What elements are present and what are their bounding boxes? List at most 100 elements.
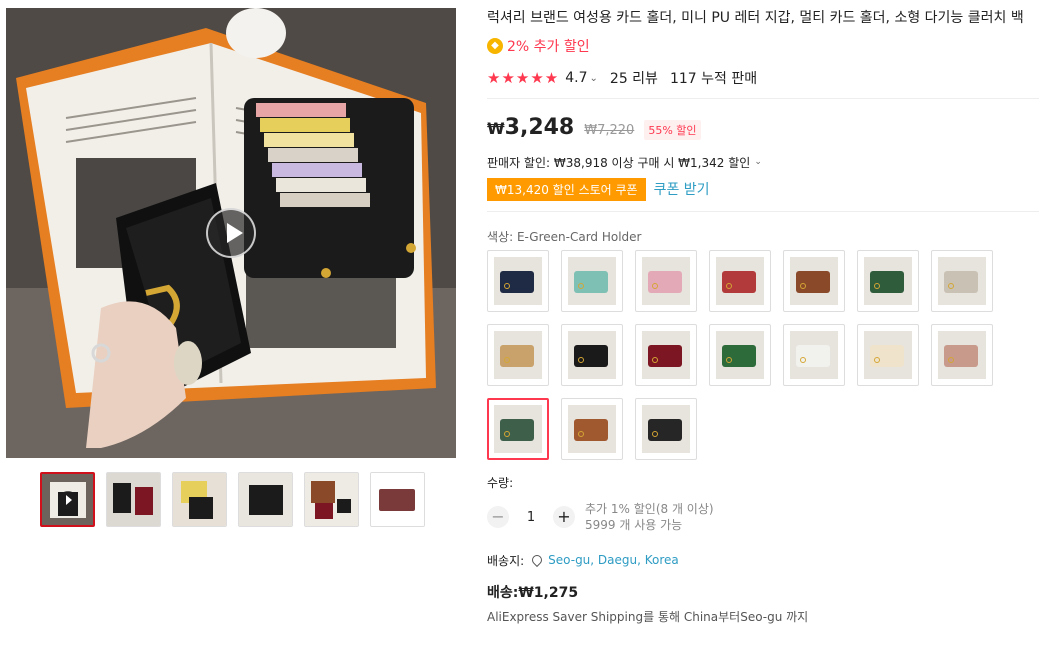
color-swatch[interactable] <box>561 250 623 312</box>
wallet-thumbnail <box>796 271 830 293</box>
swatch-image <box>790 257 838 305</box>
color-swatches <box>487 250 1039 460</box>
increase-quantity-button[interactable]: + <box>553 506 575 528</box>
shipping-cost: 배송:₩1,275 <box>487 585 579 601</box>
ship-to-label: 배송지: <box>487 553 525 568</box>
color-swatch[interactable] <box>857 324 919 386</box>
divider <box>487 211 1039 212</box>
decrease-quantity-button[interactable]: − <box>487 506 509 528</box>
original-price: ₩7,220 <box>584 123 635 138</box>
wallet-thumbnail <box>648 345 682 367</box>
quantity-info: 추가 1% 할인(8 개 이상) 5999 개 사용 가능 <box>585 501 714 533</box>
wallet-thumbnail <box>796 345 830 367</box>
currency-symbol: ₩ <box>487 119 505 138</box>
thumbnail-6[interactable] <box>370 472 425 527</box>
ship-to-location[interactable]: Seo-gu, Daegu, Korea <box>548 553 679 567</box>
review-count[interactable]: 25 리뷰 <box>610 68 658 88</box>
thumbnail-5[interactable] <box>304 472 359 527</box>
wallet-thumbnail <box>722 271 756 293</box>
swatch-image <box>642 257 690 305</box>
color-label: 색상: E-Green-Card Holder <box>487 230 642 244</box>
clasp-icon <box>948 283 954 289</box>
product-title: 럭셔리 브랜드 여성용 카드 홀더, 미니 PU 레터 지갑, 멀티 카드 홀더… <box>487 10 1024 26</box>
clasp-icon <box>948 357 954 363</box>
main-product-image[interactable] <box>6 8 456 458</box>
quantity-label: 수량: <box>487 476 514 490</box>
color-swatch[interactable] <box>635 324 697 386</box>
rating-stars: ★★★★★ <box>487 69 560 87</box>
thumbnail-3[interactable] <box>172 472 227 527</box>
clasp-icon <box>578 357 584 363</box>
color-swatch[interactable] <box>487 324 549 386</box>
seller-discount-text: 판매자 할인: ₩38,918 이상 구매 시 ₩1,342 할인 <box>487 155 751 170</box>
available-stock: 5999 개 사용 가능 <box>585 518 683 532</box>
clasp-icon <box>874 283 880 289</box>
clasp-icon <box>652 283 658 289</box>
clasp-icon <box>504 283 510 289</box>
rating-value[interactable]: 4.7 <box>565 70 587 86</box>
coupon-row: ₩13,420 할인 스토어 쿠폰 쿠폰 받기 <box>487 177 1039 201</box>
color-swatch[interactable] <box>709 324 771 386</box>
swatch-image <box>864 331 912 379</box>
wallet-thumbnail <box>944 271 978 293</box>
wallet-thumbnail <box>500 271 534 293</box>
chevron-down-icon[interactable]: ⌄ <box>754 157 762 167</box>
swatch-image <box>494 257 542 305</box>
clasp-icon <box>578 283 584 289</box>
sold-count: 117 누적 판매 <box>669 71 758 87</box>
swatch-image <box>938 257 986 305</box>
quantity-value[interactable]: 1 <box>509 510 553 525</box>
wallet-thumbnail <box>944 345 978 367</box>
color-swatch[interactable] <box>783 324 845 386</box>
color-swatch[interactable] <box>635 250 697 312</box>
clasp-icon <box>652 357 658 363</box>
divider <box>487 98 1039 99</box>
clasp-icon <box>726 283 732 289</box>
color-swatch[interactable] <box>931 250 993 312</box>
seller-discount[interactable]: 판매자 할인: ₩38,918 이상 구매 시 ₩1,342 할인 ⌄ <box>487 153 1039 171</box>
color-swatch[interactable] <box>857 250 919 312</box>
shipping-method: AliExpress Saver Shipping를 통해 China부터Seo… <box>487 610 809 624</box>
play-video-icon[interactable] <box>206 208 256 258</box>
bulk-discount-note: 추가 1% 할인(8 개 이상) <box>585 502 714 516</box>
swatch-image <box>642 405 690 453</box>
color-swatch[interactable] <box>487 250 549 312</box>
product-info-panel: 럭셔리 브랜드 여성용 카드 홀더, 미니 PU 레터 지갑, 멀티 카드 홀더… <box>487 8 1039 626</box>
swatch-image <box>790 331 838 379</box>
swatch-image <box>494 405 542 453</box>
color-swatch[interactable] <box>635 398 697 460</box>
thumbnail-2[interactable] <box>106 472 161 527</box>
current-price: ₩3,248 <box>487 115 574 140</box>
store-coupon-badge: ₩13,420 할인 스토어 쿠폰 <box>487 177 646 201</box>
swatch-image <box>568 405 616 453</box>
color-swatch[interactable] <box>931 324 993 386</box>
clasp-icon <box>800 283 806 289</box>
coin-icon: ◆ <box>487 38 503 54</box>
color-swatch[interactable] <box>561 398 623 460</box>
clasp-icon <box>726 357 732 363</box>
swatch-image <box>938 331 986 379</box>
clasp-icon <box>800 357 806 363</box>
chevron-down-icon[interactable]: ⌄ <box>590 73 598 84</box>
swatch-image <box>716 331 764 379</box>
swatch-image <box>716 257 764 305</box>
get-coupon-link[interactable]: 쿠폰 받기 <box>654 179 710 199</box>
rating-row: ★★★★★ 4.7 ⌄ 25 리뷰 117 누적 판매 <box>487 68 1039 88</box>
price-value: 3,248 <box>504 115 575 140</box>
extra-discount: ◆ 2% 추가 할인 <box>487 36 1039 56</box>
thumbnail-1[interactable] <box>40 472 95 527</box>
wallet-thumbnail <box>500 345 534 367</box>
swatch-image <box>568 331 616 379</box>
play-icon <box>59 491 77 509</box>
swatch-image <box>642 331 690 379</box>
clasp-icon <box>578 431 584 437</box>
clasp-icon <box>874 357 880 363</box>
swatch-image <box>864 257 912 305</box>
color-swatch[interactable] <box>709 250 771 312</box>
wallet-thumbnail <box>870 271 904 293</box>
color-swatch[interactable] <box>561 324 623 386</box>
color-swatch[interactable] <box>783 250 845 312</box>
color-swatch[interactable] <box>487 398 549 460</box>
extra-discount-label: 2% 추가 할인 <box>507 39 590 55</box>
thumbnail-4[interactable] <box>238 472 293 527</box>
